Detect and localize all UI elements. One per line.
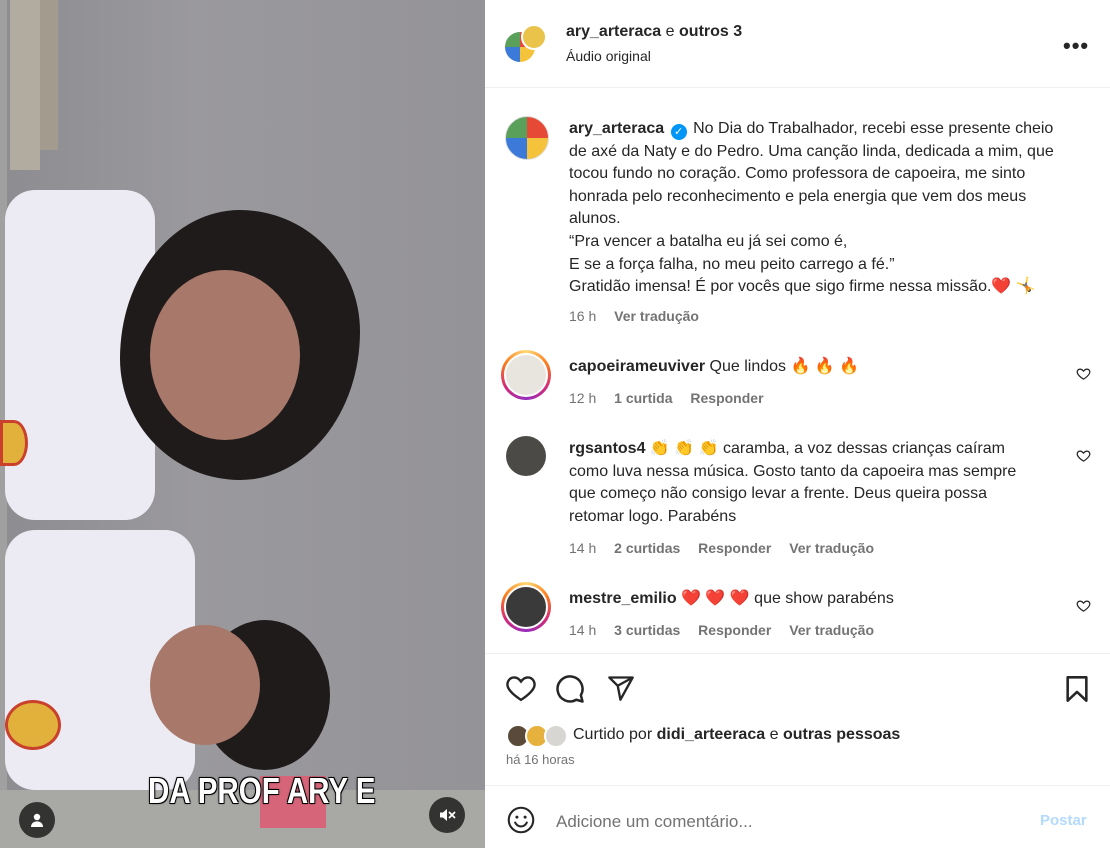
comment-translate-link[interactable]: Ver tradução bbox=[789, 540, 874, 556]
caption-line: No Dia do Trabalhador, recebi esse prese… bbox=[693, 120, 1054, 137]
caption-time[interactable]: 16 h bbox=[569, 308, 596, 324]
comment-avatar bbox=[504, 353, 548, 397]
video-caption: DA PROF ARY E bbox=[148, 770, 376, 811]
comment-reply-button[interactable]: Responder bbox=[698, 540, 771, 556]
comment-like-heart-icon[interactable] bbox=[1076, 598, 1091, 613]
comment-reply-button[interactable]: Responder bbox=[698, 622, 771, 638]
reel-video[interactable]: DA PROF ARY E bbox=[0, 0, 485, 848]
header-others[interactable]: outros 3 bbox=[679, 23, 742, 40]
share-send-icon[interactable] bbox=[606, 674, 636, 702]
caption-translate-link[interactable]: Ver tradução bbox=[614, 308, 699, 324]
caption-line: Gratidão imensa! É por vocês que sigo fi… bbox=[569, 278, 1036, 296]
comment-meta: 14 h 3 curtidas Responder Ver tradução bbox=[569, 622, 888, 638]
caption-line: de axé da Naty e do Pedro. Uma canção li… bbox=[569, 142, 1054, 160]
caption-username[interactable]: ary_arteraca bbox=[569, 120, 664, 137]
video-wall-frame bbox=[10, 0, 40, 170]
liker-avatar[interactable] bbox=[544, 724, 568, 748]
more-options-icon[interactable]: ••• bbox=[1063, 33, 1089, 59]
liked-by-user[interactable]: didi_arteeraca bbox=[657, 726, 766, 743]
comment-reply-button[interactable]: Responder bbox=[690, 390, 763, 406]
comment-line: que começo não consigo levar a frente. D… bbox=[569, 485, 988, 503]
comment-meta: 14 h 2 curtidas Responder Ver tradução bbox=[569, 540, 888, 556]
muted-speaker-icon bbox=[440, 809, 456, 821]
like-heart-icon[interactable] bbox=[506, 674, 536, 702]
comment-avatar-ring[interactable] bbox=[501, 350, 551, 400]
comment-line: Que lindos 🔥 🔥 🔥 bbox=[709, 358, 860, 375]
comment-avatar-ring[interactable] bbox=[501, 582, 551, 632]
caption-meta: 16 h Ver tradução bbox=[569, 308, 713, 324]
caption-avatar[interactable] bbox=[505, 116, 549, 160]
comment-time[interactable]: 12 h bbox=[569, 390, 596, 406]
post-panel: ary_arteraca e outros 3 Áudio original •… bbox=[485, 0, 1110, 848]
comment-body: rgsantos4 👏 👏 👏 caramba, a voz dessas cr… bbox=[569, 438, 1089, 528]
post-comment-button[interactable]: Postar bbox=[1040, 812, 1087, 829]
comment-bubble-icon[interactable] bbox=[555, 674, 585, 704]
profile-tag-button[interactable] bbox=[19, 802, 55, 838]
save-bookmark-icon[interactable] bbox=[1065, 675, 1089, 703]
liked-by-joiner: e bbox=[769, 726, 779, 743]
comment-avatar[interactable] bbox=[506, 436, 546, 476]
comment-line: ❤️ ❤️ ❤️ que show parabéns bbox=[681, 590, 894, 607]
comment-body: mestre_emilio ❤️ ❤️ ❤️ que show parabéns bbox=[569, 588, 1089, 611]
comment-username[interactable]: mestre_emilio bbox=[569, 590, 677, 607]
comment-input[interactable]: Adicione um comentário... bbox=[556, 812, 753, 832]
comment-time[interactable]: 14 h bbox=[569, 540, 596, 556]
comment-avatar bbox=[504, 585, 548, 629]
post-caption: ary_arteraca ✓ No Dia do Trabalhador, re… bbox=[569, 118, 1089, 299]
comment-time[interactable]: 14 h bbox=[569, 622, 596, 638]
comment-composer: Adicione um comentário... Postar bbox=[485, 785, 1110, 848]
coauthor-avatar[interactable] bbox=[521, 24, 547, 50]
comment-username[interactable]: rgsantos4 bbox=[569, 440, 645, 457]
comments-section[interactable]: ary_arteraca ✓ No Dia do Trabalhador, re… bbox=[485, 89, 1110, 654]
mute-button[interactable] bbox=[429, 797, 465, 833]
header-usernames: ary_arteraca e outros 3 bbox=[566, 23, 742, 41]
emoji-icon[interactable] bbox=[507, 806, 535, 834]
caption-line: honrada pelo reconhecimento e pela energ… bbox=[569, 187, 1027, 205]
caption-line: “Pra vencer a batalha eu já sei como é, bbox=[569, 232, 848, 250]
audio-label[interactable]: Áudio original bbox=[566, 48, 651, 64]
post-timestamp[interactable]: há 16 horas bbox=[506, 752, 575, 767]
comment-like-heart-icon[interactable] bbox=[1076, 448, 1091, 463]
comment-likes-count[interactable]: 2 curtidas bbox=[614, 540, 680, 556]
caption-line: alunos. bbox=[569, 210, 621, 228]
caption-line: E se a força falha, no meu peito carrego… bbox=[569, 255, 895, 273]
liked-by-others[interactable]: outras pessoas bbox=[783, 726, 900, 743]
user-icon bbox=[31, 813, 43, 827]
comment-translate-link[interactable]: Ver tradução bbox=[789, 622, 874, 638]
comment-line: como luva nessa música. Gosto tanto da c… bbox=[569, 462, 1017, 480]
comment-likes-count[interactable]: 3 curtidas bbox=[614, 622, 680, 638]
video-wall-frame-inner bbox=[40, 0, 58, 150]
caption-line: tocou fundo no coração. Como professora … bbox=[569, 165, 1026, 183]
liked-by-prefix: Curtido por bbox=[573, 726, 653, 743]
verified-badge-icon: ✓ bbox=[670, 124, 687, 140]
comment-line: retomar logo. Parabéns bbox=[569, 507, 737, 525]
header-username[interactable]: ary_arteraca bbox=[566, 23, 661, 40]
liked-by-line: Curtido por didi_arteeraca e outras pess… bbox=[573, 726, 900, 744]
post-header: ary_arteraca e outros 3 Áudio original •… bbox=[485, 0, 1110, 88]
comment-line: 👏 👏 👏 caramba, a voz dessas crianças caí… bbox=[649, 440, 1005, 457]
header-joiner: e bbox=[665, 23, 675, 40]
comment-username[interactable]: capoeirameuviver bbox=[569, 358, 705, 375]
comment-like-heart-icon[interactable] bbox=[1076, 366, 1091, 381]
comment-likes-count[interactable]: 1 curtida bbox=[614, 390, 672, 406]
comment-body: capoeirameuviver Que lindos 🔥 🔥 🔥 bbox=[569, 356, 1089, 379]
comment-meta: 12 h 1 curtida Responder bbox=[569, 390, 778, 406]
